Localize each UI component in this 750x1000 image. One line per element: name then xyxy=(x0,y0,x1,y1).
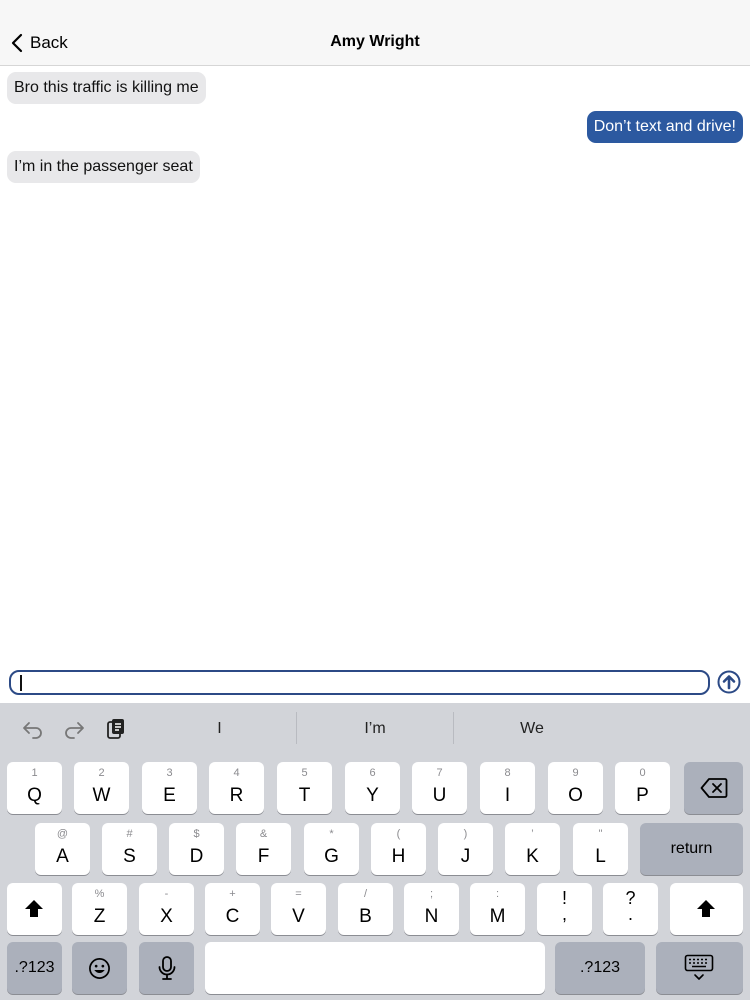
undo-icon[interactable] xyxy=(21,717,45,741)
key-y[interactable]: 6Y xyxy=(345,762,400,814)
suggestion-1[interactable]: I xyxy=(143,703,296,755)
nav-bar: Back Amy Wright xyxy=(0,0,750,66)
emoji-key[interactable] xyxy=(72,942,127,994)
hide-keyboard-icon xyxy=(684,954,714,980)
space-key[interactable] xyxy=(205,942,545,994)
microphone-icon xyxy=(158,956,176,980)
suggestion-3[interactable]: We xyxy=(454,703,610,755)
key-d[interactable]: $ D xyxy=(169,823,224,875)
key-k[interactable]: ’ K xyxy=(505,823,560,875)
key-n[interactable]: ; N xyxy=(404,883,459,935)
key-z[interactable]: % Z xyxy=(72,883,127,935)
key-question-period[interactable]: ?. xyxy=(603,883,658,935)
key-exclamation-comma[interactable]: !, xyxy=(537,883,592,935)
delete-icon xyxy=(700,778,728,798)
hide-keyboard-key[interactable] xyxy=(656,942,743,994)
key-o[interactable]: 9O xyxy=(548,762,603,814)
message-input[interactable] xyxy=(9,670,710,695)
key-l[interactable]: " L xyxy=(573,823,628,875)
send-button[interactable] xyxy=(717,670,741,694)
key-a[interactable]: @ A xyxy=(35,823,90,875)
message-incoming: I’m in the passenger seat xyxy=(7,151,200,183)
emoji-icon xyxy=(89,958,110,979)
key-p[interactable]: 0P xyxy=(615,762,670,814)
key-h[interactable]: (H xyxy=(371,823,426,875)
return-key[interactable]: return xyxy=(640,823,743,875)
redo-icon[interactable] xyxy=(62,717,86,741)
text-cursor xyxy=(20,675,22,691)
key-v[interactable]: = V xyxy=(271,883,326,935)
microphone-key[interactable] xyxy=(139,942,194,994)
key-b[interactable]: / B xyxy=(338,883,393,935)
key-r[interactable]: 4R xyxy=(209,762,264,814)
shift-icon xyxy=(25,900,43,917)
key-j[interactable]: ) J xyxy=(438,823,493,875)
key-f[interactable]: & F xyxy=(236,823,291,875)
message-incoming: Bro this traffic is killing me xyxy=(7,72,206,104)
shift-icon xyxy=(697,900,715,917)
numbers-key-right[interactable]: .?123 xyxy=(555,942,645,994)
delete-key[interactable] xyxy=(684,762,743,814)
key-c[interactable]: + C xyxy=(205,883,260,935)
shift-key-left[interactable] xyxy=(7,883,62,935)
numbers-key-left[interactable]: .?123 xyxy=(7,942,62,994)
key-g[interactable]: * G xyxy=(304,823,359,875)
paste-icon[interactable] xyxy=(104,717,128,741)
suggestion-2[interactable]: I’m xyxy=(297,703,453,755)
keyboard: I I’m We 1Q 2W 3E 4R 5T 6Y 7U 8I 9O 0P @… xyxy=(0,703,750,1000)
message-outgoing: Don’t text and drive! xyxy=(586,111,743,143)
key-t[interactable]: 5T xyxy=(277,762,332,814)
key-q[interactable]: 1Q xyxy=(7,762,62,814)
suggestion-bar: I I’m We xyxy=(0,703,750,755)
key-i[interactable]: 8I xyxy=(480,762,535,814)
key-u[interactable]: 7U xyxy=(412,762,467,814)
key-x[interactable]: -X xyxy=(139,883,194,935)
key-s[interactable]: # S xyxy=(102,823,157,875)
key-e[interactable]: 3E xyxy=(142,762,197,814)
conversation-title: Amy Wright xyxy=(330,33,420,50)
key-w[interactable]: 2W xyxy=(74,762,129,814)
shift-key-right[interactable] xyxy=(670,883,743,935)
key-m[interactable]: :M xyxy=(470,883,525,935)
